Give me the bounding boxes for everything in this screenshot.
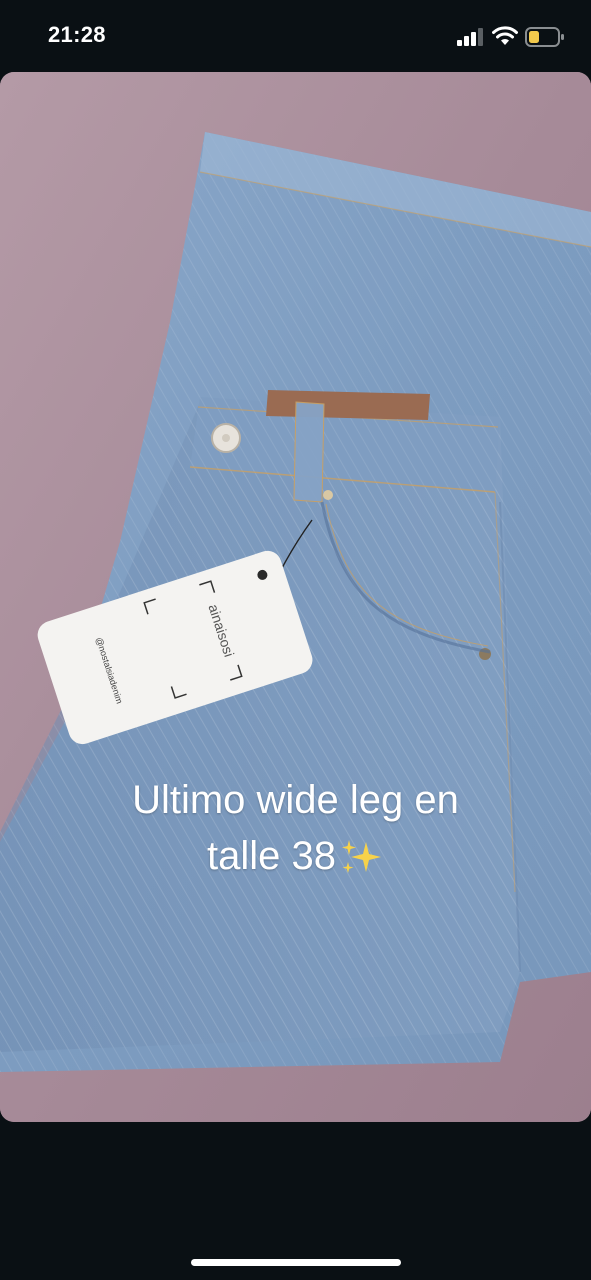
- caption-line-2: talle 38: [0, 828, 591, 884]
- status-time: 21:28: [48, 22, 106, 47]
- story-card[interactable]: ainaisosi @nostalsiadenim Ultimo wide le…: [0, 72, 591, 1122]
- story-screen: 21:28 ainaisosi @nostalsiadenim Ultimo w…: [0, 0, 591, 1280]
- battery-low-icon: [525, 27, 564, 47]
- tag-brand: ainaisosi: [205, 602, 238, 659]
- caption-line-2-text: talle 38: [207, 834, 336, 878]
- status-bar: 21:28: [0, 0, 591, 72]
- story-caption: Ultimo wide leg en talle 38: [0, 772, 591, 884]
- tag-handle: @nostalsiadenim: [93, 635, 125, 705]
- home-indicator[interactable]: [191, 1259, 401, 1266]
- sparkles-icon: [341, 840, 381, 874]
- cellular-signal-icon: [457, 28, 483, 46]
- caption-line-1: Ultimo wide leg en: [132, 778, 459, 822]
- wifi-icon: [492, 26, 518, 45]
